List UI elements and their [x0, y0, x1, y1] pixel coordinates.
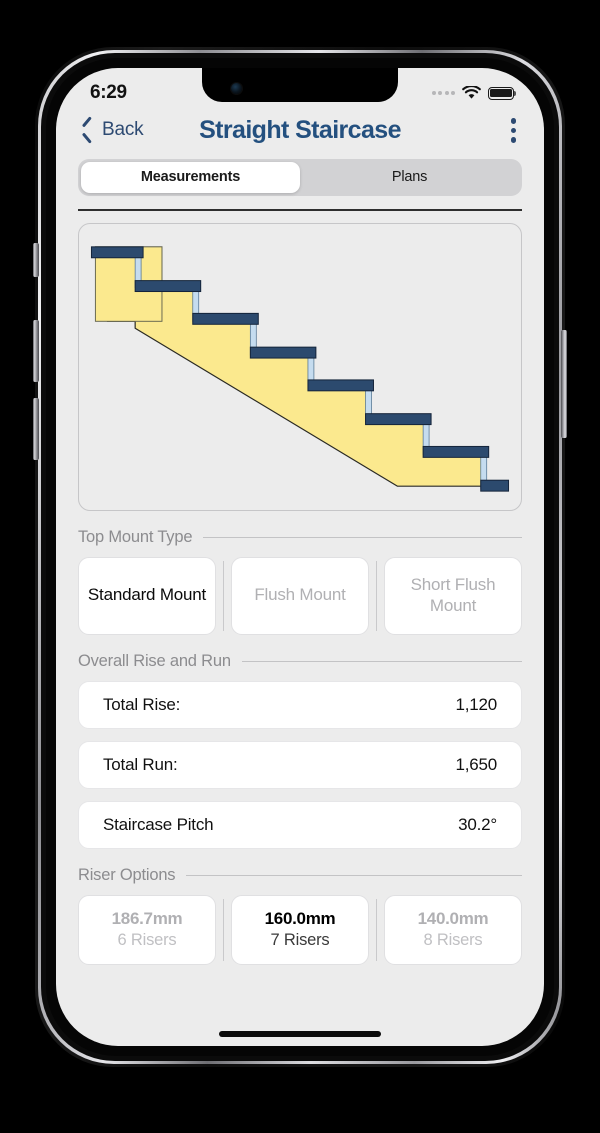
option-standard-mount-label: Standard Mount	[87, 585, 207, 605]
riser-option-8-count: 8 Risers	[423, 931, 483, 949]
tab-plans-label: Plans	[391, 169, 428, 185]
section-title-rise-run: Overall Rise and Run	[78, 651, 231, 670]
home-indicator[interactable]	[219, 1031, 381, 1037]
power-button[interactable]	[561, 330, 567, 438]
row-total-rise-value: 1,120	[455, 694, 497, 714]
section-header-rise-run: Overall Rise and Run	[78, 652, 522, 671]
chevron-left-icon	[80, 119, 93, 141]
option-divider	[223, 560, 224, 631]
option-divider	[376, 560, 377, 631]
back-button[interactable]: Back	[80, 119, 144, 141]
tab-measurements-label: Measurements	[140, 169, 241, 185]
display-notch	[202, 68, 398, 102]
front-camera-icon	[231, 83, 242, 94]
option-short-flush-mount[interactable]: Short Flush Mount	[384, 556, 522, 635]
mute-switch-button[interactable]	[33, 243, 39, 277]
row-total-run-label: Total Run:	[103, 754, 178, 774]
tab-bar: Measurements Plans	[78, 158, 522, 196]
page-content: Measurements Plans Top Mount Type Standa…	[56, 158, 544, 965]
signal-dots-icon	[431, 91, 455, 95]
section-rule	[186, 874, 522, 876]
row-staircase-pitch[interactable]: Staircase Pitch 30.2°	[78, 800, 522, 849]
section-rule	[203, 536, 522, 538]
option-flush-mount[interactable]: Flush Mount	[231, 556, 369, 635]
tab-measurements[interactable]: Measurements	[81, 161, 300, 193]
section-title-riser-options: Riser Options	[78, 865, 176, 884]
riser-option-6-count: 6 Risers	[117, 931, 177, 949]
option-standard-mount[interactable]: Standard Mount	[78, 556, 216, 635]
riser-divider	[376, 898, 377, 961]
volume-down-button[interactable]	[33, 398, 39, 460]
screenshot-stage: 6:29 Back Straight Staircase Measurement…	[0, 0, 600, 1133]
section-rule	[241, 660, 522, 662]
row-staircase-pitch-value: 30.2°	[458, 814, 497, 834]
row-total-run-value: 1,650	[455, 754, 497, 774]
volume-up-button[interactable]	[33, 320, 39, 382]
row-total-rise[interactable]: Total Rise: 1,120	[78, 680, 522, 729]
staircase-diagram-card[interactable]	[78, 222, 522, 511]
navigation-bar: Back Straight Staircase	[56, 110, 544, 159]
phone-screen: 6:29 Back Straight Staircase Measurement…	[56, 68, 544, 1046]
status-bar-clock: 6:29	[90, 82, 127, 103]
riser-option-6[interactable]: 186.7mm 6 Risers	[78, 894, 216, 965]
riser-options: 186.7mm 6 Risers 160.0mm 7 Risers 140.0m…	[78, 894, 522, 965]
row-total-run[interactable]: Total Run: 1,650	[78, 740, 522, 789]
wifi-icon	[462, 86, 481, 99]
top-mount-options: Standard Mount Flush Mount Short Flush M…	[78, 556, 522, 635]
row-staircase-pitch-label: Staircase Pitch	[103, 814, 214, 834]
riser-option-8[interactable]: 140.0mm 8 Risers	[384, 894, 522, 965]
option-flush-mount-label: Flush Mount	[254, 585, 346, 605]
section-header-top-mount: Top Mount Type	[78, 528, 522, 547]
section-title-top-mount: Top Mount Type	[78, 527, 193, 546]
kebab-menu-icon[interactable]	[509, 114, 519, 147]
riser-option-7-size: 160.0mm	[264, 909, 336, 928]
option-short-flush-mount-label: Short Flush Mount	[410, 574, 496, 615]
riser-option-8-size: 140.0mm	[417, 909, 489, 928]
riser-divider	[223, 898, 224, 961]
riser-option-6-size: 186.7mm	[111, 909, 183, 928]
staircase-side-elevation	[90, 245, 510, 492]
tab-bar-divider	[78, 208, 522, 211]
row-total-rise-label: Total Rise:	[103, 694, 181, 714]
section-header-riser-options: Riser Options	[78, 866, 522, 885]
status-bar-indicators	[431, 86, 517, 100]
tab-plans[interactable]: Plans	[300, 162, 519, 193]
back-button-label: Back	[102, 119, 144, 141]
battery-full-icon	[488, 86, 517, 100]
riser-option-7-count: 7 Risers	[270, 931, 330, 949]
riser-option-7[interactable]: 160.0mm 7 Risers	[231, 894, 369, 965]
